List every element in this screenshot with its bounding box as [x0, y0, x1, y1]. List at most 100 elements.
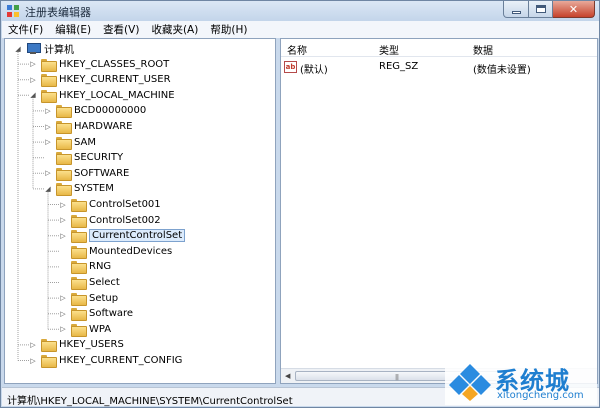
expand-icon[interactable]: ▷ [43, 137, 53, 147]
tree-node[interactable]: ▷ ControlSet002 [58, 213, 161, 228]
folder-icon [56, 183, 72, 197]
menu-favorites[interactable]: 收藏夹(A) [145, 22, 204, 37]
tree-node[interactable]: ▷ HARDWARE [43, 119, 132, 134]
tree-node[interactable]: ▷ CurrentControlSet [58, 228, 186, 244]
registry-app-icon [7, 5, 19, 17]
tree-node[interactable]: ▷ SAM [43, 135, 96, 150]
expand-icon[interactable]: ▷ [28, 59, 38, 69]
tree-node[interactable]: ◢ 计算机 [13, 41, 74, 56]
tree-node-label: SOFTWARE [74, 167, 130, 179]
tree-node-label: HKEY_USERS [59, 339, 124, 351]
tree-node-label: WPA [89, 323, 112, 335]
close-button[interactable]: ✕ [553, 1, 595, 18]
expand-icon[interactable]: ▷ [58, 215, 68, 225]
folder-icon [56, 121, 72, 134]
grip-icon: ||| [395, 374, 399, 381]
minimize-icon [511, 10, 521, 14]
value-data: (数值未设置) [473, 65, 531, 76]
watermark: 系统城 xitongcheng.com [445, 357, 597, 405]
folder-icon [71, 277, 87, 290]
tree-node-label: HKEY_CURRENT_CONFIG [59, 355, 183, 366]
expand-icon[interactable]: ▷ [58, 231, 68, 241]
list-column-header: 名称 类型 数据 [281, 39, 597, 57]
menu-help[interactable]: 帮助(H) [204, 22, 253, 37]
expand-icon[interactable]: ▷ [58, 293, 68, 303]
tree-node-label: BCD00000000 [74, 105, 147, 117]
tree-node-label: CurrentControlSet [89, 229, 186, 243]
column-name[interactable]: 名称 [287, 42, 307, 57]
tree-node[interactable]: ▷ SOFTWARE [43, 166, 129, 181]
value-name: (默认) [300, 65, 328, 76]
menu-file[interactable]: 文件(F) [2, 22, 49, 37]
folder-icon [71, 261, 87, 275]
column-type[interactable]: 类型 [379, 42, 399, 57]
folder-icon [56, 105, 72, 119]
expand-icon[interactable]: ▷ [28, 356, 38, 366]
collapse-icon[interactable]: ◢ [43, 184, 53, 194]
maximize-button[interactable] [529, 1, 553, 18]
folder-icon [71, 245, 87, 259]
folder-icon [71, 199, 87, 212]
values-list[interactable]: 名称 类型 数据 ab (默认) REG_SZ (数值未设置) ◀ ||| ▶ [280, 38, 598, 384]
menu-view[interactable]: 查看(V) [97, 22, 145, 37]
column-data[interactable]: 数据 [473, 42, 493, 57]
list-item[interactable]: ab (默认) REG_SZ (数值未设置) [281, 59, 597, 76]
folder-icon [56, 167, 72, 181]
tree-node-label: Setup [89, 292, 119, 304]
tree-node[interactable]: ▷ HKEY_CURRENT_USER [28, 72, 171, 88]
tree-node[interactable]: ▷ Setup [58, 291, 118, 306]
status-path: 计算机\HKEY_LOCAL_MACHINE\SYSTEM\CurrentCon… [7, 396, 293, 407]
tree-node[interactable]: ▷ HKEY_CURRENT_CONFIG [28, 353, 182, 368]
tree-node-label: HKEY_CLASSES_ROOT [59, 58, 170, 70]
expand-icon[interactable]: ▷ [43, 122, 53, 132]
tree-node[interactable]: Select [58, 275, 120, 290]
tree-node-label: ControlSet001 [89, 199, 161, 210]
tree-node-label: 计算机 [44, 45, 74, 56]
title-bar[interactable]: 注册表编辑器 ✕ [1, 1, 599, 21]
expand-icon[interactable]: ▷ [28, 340, 38, 350]
tree-node-label: HKEY_LOCAL_MACHINE [59, 89, 175, 101]
tree-node-label: ControlSet002 [89, 214, 161, 226]
folder-icon [41, 74, 57, 88]
folder-icon [71, 230, 87, 244]
folder-icon [41, 89, 57, 103]
tree-node[interactable]: RNG [58, 259, 111, 275]
tree-node[interactable]: ◢ SYSTEM [43, 181, 114, 197]
expand-icon[interactable]: ▷ [43, 106, 53, 116]
folder-icon [71, 214, 87, 228]
tree-node[interactable]: SECURITY [43, 150, 123, 166]
tree-node-label: Select [89, 277, 120, 288]
tree-node[interactable]: ▷ HKEY_CLASSES_ROOT [28, 57, 169, 72]
folder-icon [71, 323, 87, 337]
scroll-left-icon[interactable]: ◀ [285, 372, 290, 380]
expand-icon[interactable]: ▷ [58, 309, 68, 319]
menu-bar: 文件(F) 编辑(E) 查看(V) 收藏夹(A) 帮助(H) [2, 21, 599, 38]
tree-node-label: Software [89, 308, 134, 320]
expand-icon[interactable]: ▷ [58, 324, 68, 334]
expand-icon[interactable]: ▷ [43, 168, 53, 178]
tree-node[interactable]: ▷ WPA [58, 322, 111, 337]
minimize-button[interactable] [503, 1, 529, 18]
brand-logo-icon [449, 364, 491, 401]
tree-node[interactable]: ▷ BCD00000000 [43, 103, 147, 119]
tree-node[interactable]: ▷ ControlSet001 [58, 197, 161, 212]
folder-icon [41, 355, 57, 368]
tree-node[interactable]: ▷ HKEY_USERS [28, 337, 124, 353]
value-type: REG_SZ [379, 61, 419, 72]
tree-node[interactable]: MountedDevices [58, 244, 172, 259]
collapse-icon[interactable]: ◢ [28, 90, 38, 100]
collapse-icon[interactable]: ◢ [13, 44, 23, 54]
tree-node[interactable]: ▷ Software [58, 306, 134, 322]
tree-node-label: MountedDevices [89, 245, 173, 257]
expand-icon[interactable]: ▷ [28, 75, 38, 85]
menu-edit[interactable]: 编辑(E) [49, 22, 97, 37]
folder-icon [56, 136, 72, 150]
tree-node-label: HARDWARE [74, 121, 133, 132]
expand-icon[interactable]: ▷ [58, 200, 68, 210]
window-title: 注册表编辑器 [25, 6, 91, 19]
registry-tree[interactable]: ◢ 计算机 ▷ HKEY_CLASSES_ROOT ▷ HKEY_CURRENT_USER… [4, 38, 276, 384]
tree-node[interactable]: ◢ HKEY_LOCAL_MACHINE [28, 88, 175, 103]
